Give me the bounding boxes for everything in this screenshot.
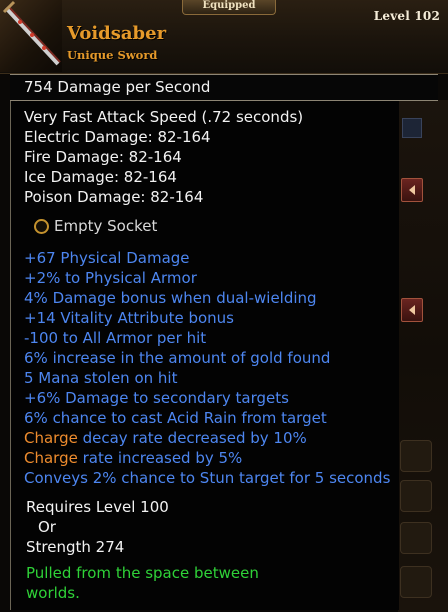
charge-text: decay rate decreased by 10%: [77, 429, 307, 447]
flavor-text-line-1: Pulled from the space between: [26, 564, 259, 582]
dps-value: 754 Damage per Second: [24, 78, 211, 96]
charge-keyword: Charge: [24, 449, 78, 467]
charge-decay-line: Charge decay rate decreased by 10%: [24, 429, 307, 447]
charge-text: rate increased by 5%: [77, 449, 243, 467]
socket-icon: [34, 219, 49, 234]
affix-line: 4% Damage bonus when dual-wielding: [24, 289, 317, 307]
arrow-left-button-1[interactable]: [401, 178, 423, 202]
charge-keyword: Charge: [24, 429, 78, 447]
convey-line: Conveys 2% chance to Stun target for 5 s…: [24, 469, 391, 487]
arrow-left-button-2[interactable]: [401, 298, 423, 322]
inventory-slot-icon-4[interactable]: [400, 566, 432, 598]
affix-line: 6% increase in the amount of gold found: [24, 349, 331, 367]
arrow-left-icon: [409, 185, 415, 195]
socket-label: Empty Socket: [54, 217, 158, 235]
requires-or: Or: [38, 518, 56, 536]
arrow-left-icon: [409, 305, 415, 315]
inventory-slot-icon-1[interactable]: [400, 440, 432, 472]
item-level: Level 102: [373, 9, 440, 23]
fire-damage: Fire Damage: 82-164: [24, 148, 182, 166]
item-type: Unique Sword: [67, 48, 158, 62]
item-name: Voidsaber: [67, 23, 167, 44]
affix-line: -100 to All Armor per hit: [24, 329, 207, 347]
charge-rate-line: Charge rate increased by 5%: [24, 449, 242, 467]
affix-line: +2% to Physical Armor: [24, 269, 197, 287]
requires-level: Requires Level 100: [26, 498, 169, 516]
affix-line: 5 Mana stolen on hit: [24, 369, 178, 387]
requires-strength: Strength 274: [26, 538, 125, 556]
sword-graphic: [2, 0, 61, 66]
affix-line: +14 Vitality Attribute bonus: [24, 309, 234, 327]
affix-line: +6% Damage to secondary targets: [24, 389, 289, 407]
minimap-icon[interactable]: [402, 118, 422, 138]
flavor-text-line-2: worlds.: [26, 584, 80, 602]
equipped-tab: Equipped: [182, 0, 276, 15]
ice-damage: Ice Damage: 82-164: [24, 168, 177, 186]
sword-icon: [0, 0, 62, 72]
affix-line: 6% chance to cast Acid Rain from target: [24, 409, 327, 427]
attack-speed: Very Fast Attack Speed (.72 seconds): [24, 108, 304, 126]
affix-line: +67 Physical Damage: [24, 249, 190, 267]
tooltip-header: Equipped Level 102 Voidsaber Unique Swor…: [0, 0, 448, 74]
inventory-slot-icon-2[interactable]: [400, 480, 432, 512]
electric-damage: Electric Damage: 82-164: [24, 128, 211, 146]
inventory-slot-icon-3[interactable]: [400, 522, 432, 554]
poison-damage: Poison Damage: 82-164: [24, 188, 204, 206]
